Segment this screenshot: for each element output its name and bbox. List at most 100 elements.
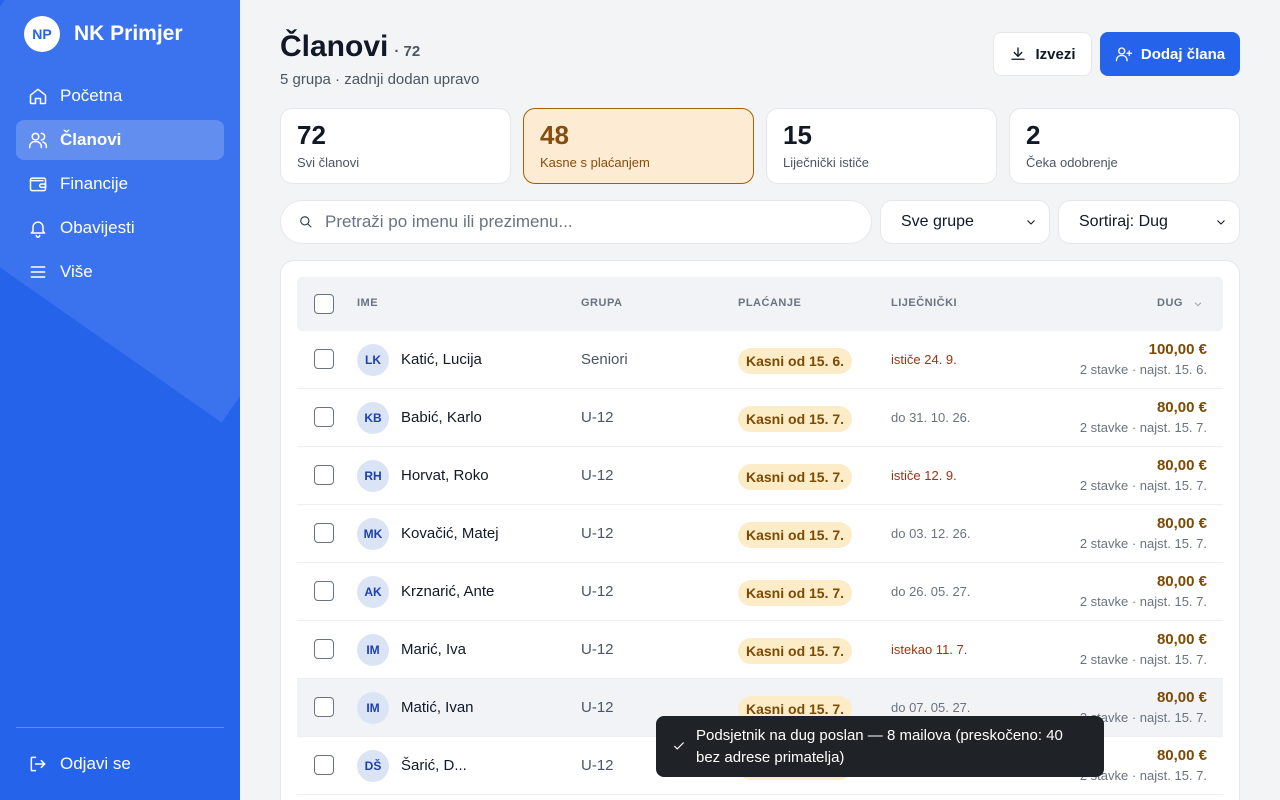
- row-checkbox[interactable]: [314, 523, 334, 543]
- member-count: · 72: [394, 43, 421, 60]
- medical-status: ističe 24. 9.: [891, 352, 957, 367]
- debt-cell: 80,00 € 2 stavke · najst. 15. 7.: [1080, 631, 1207, 667]
- row-checkbox[interactable]: [314, 581, 334, 601]
- avatar: IM: [357, 634, 389, 666]
- payment-status-badge: Kasni od 15. 6.: [738, 348, 853, 374]
- member-group: U-12: [581, 409, 614, 426]
- search-bar: [280, 200, 872, 244]
- stat-card-all[interactable]: 72 Svi članovi: [280, 108, 511, 184]
- stat-value: 48: [540, 120, 569, 150]
- group-filter-value: Sve grupe: [901, 213, 974, 230]
- check-icon: [673, 742, 685, 750]
- sidebar-item-label: Financije: [60, 174, 129, 193]
- member-name[interactable]: Matić, Ivan: [401, 699, 474, 716]
- menu-icon: [30, 266, 46, 278]
- member-name[interactable]: Šarić, D...: [401, 757, 467, 774]
- sidebar-item-financije[interactable]: Financije: [16, 164, 224, 204]
- stat-value: 2: [1026, 120, 1041, 150]
- row-checkbox[interactable]: [314, 407, 334, 427]
- table-header: IME GRUPA PLAĆANJE LIJEČNIČKI DUG: [297, 277, 1223, 331]
- debt-cell: 80,00 € 2 stavke · najst. 15. 7.: [1080, 515, 1207, 551]
- avatar: LK: [357, 344, 389, 376]
- row-checkbox[interactable]: [314, 465, 334, 485]
- select-all-checkbox[interactable]: [314, 294, 334, 314]
- avatar: DŠ: [357, 750, 389, 782]
- stat-label: Liječnički ističe: [783, 155, 869, 170]
- row-checkbox[interactable]: [314, 755, 334, 775]
- toast-message: Podsjetnik na dug poslan — 8 mailova (pr…: [696, 727, 1063, 766]
- stat-value: 15: [783, 120, 812, 150]
- debt-amount: 80,00 €: [1156, 457, 1207, 474]
- member-group: U-12: [581, 525, 614, 542]
- chevron-down-icon: [1027, 220, 1035, 225]
- stat-label: Čeka odobrenje: [1026, 155, 1118, 170]
- column-header-name[interactable]: IME: [357, 297, 378, 309]
- sidebar-divider: [16, 727, 224, 728]
- sort-desc-icon[interactable]: [1193, 299, 1203, 309]
- debt-detail: 2 stavke · najst. 15. 6.: [1079, 362, 1207, 377]
- debt-cell: 80,00 € 2 stavke · najst. 15. 7.: [1080, 457, 1207, 493]
- debt-detail: 2 stavke · najst. 15. 7.: [1079, 536, 1207, 551]
- stat-card-pending-approval[interactable]: 2 Čeka odobrenje: [1009, 108, 1240, 184]
- medical-status: ističe 12. 9.: [891, 468, 957, 483]
- column-header-payment[interactable]: PLAĆANJE: [738, 297, 801, 309]
- medical-status: do 26. 05. 27.: [891, 584, 971, 599]
- search-input[interactable]: [325, 212, 845, 232]
- table-row[interactable]: LK Katić, Lucija Seniori Kasni od 15. 6. ist…: [297, 331, 1223, 389]
- member-name[interactable]: Horvat, Roko: [401, 467, 489, 484]
- member-name[interactable]: Babić, Karlo: [401, 409, 482, 426]
- brand-name: NK Primjer: [74, 22, 183, 45]
- row-checkbox[interactable]: [314, 639, 334, 659]
- export-button[interactable]: Izvezi: [993, 32, 1092, 76]
- main-content: Članovi · 72 5 grupa · zadnji dodan upra…: [240, 0, 1280, 800]
- column-header-debt[interactable]: DUG: [1157, 297, 1183, 309]
- sidebar-item-pocetna[interactable]: Početna: [16, 76, 224, 116]
- payment-status-badge: Kasni od 15. 7.: [738, 580, 853, 606]
- sidebar-item-vise[interactable]: Više: [16, 252, 224, 292]
- member-name[interactable]: Kovačić, Matej: [401, 525, 499, 542]
- page-subtitle: 5 grupa · zadnji dodan upravo: [280, 71, 480, 88]
- sidebar-item-label: Članovi: [60, 130, 122, 149]
- sidebar-item-clanovi[interactable]: Članovi: [16, 120, 224, 160]
- member-group: Seniori: [581, 351, 628, 368]
- debt-cell: 80,00 € 2 stavke · najst. 15. 7.: [1080, 399, 1207, 435]
- brand-logo: NP: [24, 16, 60, 52]
- debt-cell: 80,00 € 2 stavke · najst. 15. 7.: [1080, 573, 1207, 609]
- debt-detail: 2 stavke · najst. 15. 7.: [1079, 652, 1207, 667]
- debt-detail: 2 stavke · najst. 15. 7.: [1079, 594, 1207, 609]
- member-name[interactable]: Krznarić, Ante: [401, 583, 494, 600]
- member-name[interactable]: Katić, Lucija: [401, 351, 482, 368]
- member-group: U-12: [581, 757, 614, 774]
- table-row[interactable]: IM Marić, Iva U-12 Kasni od 15. 7. istekao 1…: [297, 621, 1223, 679]
- row-checkbox[interactable]: [314, 349, 334, 369]
- download-icon: [1011, 47, 1026, 60]
- stat-card-late-payment[interactable]: 48 Kasne s plaćanjem: [523, 108, 754, 184]
- add-member-label: Dodaj člana: [1140, 45, 1226, 63]
- group-filter-select[interactable]: Sve grupe: [880, 200, 1050, 244]
- logout-label: Odjavi se: [60, 754, 131, 773]
- page-title: Članovi: [280, 30, 389, 63]
- avatar: KB: [357, 402, 389, 434]
- sort-value: Sortiraj: Dug: [1079, 213, 1168, 230]
- column-header-group[interactable]: GRUPA: [581, 297, 622, 309]
- table-row[interactable]: RH Horvat, Roko U-12 Kasni od 15. 7. ističe …: [297, 447, 1223, 505]
- medical-status: istekao 11. 7.: [891, 642, 968, 657]
- medical-status: do 07. 05. 27.: [891, 700, 971, 715]
- table-row[interactable]: MK Kovačić, Matej U-12 Kasni od 15. 7. do 03…: [297, 505, 1223, 563]
- table-row[interactable]: KB Babić, Karlo U-12 Kasni od 15. 7. do 31. …: [297, 389, 1223, 447]
- debt-amount: 80,00 €: [1156, 631, 1207, 648]
- add-member-button[interactable]: Dodaj člana: [1100, 32, 1240, 76]
- row-checkbox[interactable]: [314, 697, 334, 717]
- stat-card-medical-expiring[interactable]: 15 Liječnički ističe: [766, 108, 997, 184]
- column-header-medical[interactable]: LIJEČNIČKI: [891, 297, 957, 309]
- sidebar-item-label: Više: [60, 262, 93, 281]
- debt-detail: 2 stavke · najst. 15. 7.: [1079, 420, 1207, 435]
- member-name[interactable]: Marić, Iva: [401, 641, 466, 658]
- brand[interactable]: NP NK Primjer: [24, 16, 183, 52]
- sort-select[interactable]: Sortiraj: Dug: [1058, 200, 1240, 244]
- wallet-icon: [29, 177, 47, 192]
- debt-amount: 80,00 €: [1156, 689, 1207, 706]
- sidebar-item-obavijesti[interactable]: Obavijesti: [16, 208, 224, 248]
- logout-button[interactable]: Odjavi se: [16, 744, 224, 784]
- table-row[interactable]: AK Krznarić, Ante U-12 Kasni od 15. 7. do 26…: [297, 563, 1223, 621]
